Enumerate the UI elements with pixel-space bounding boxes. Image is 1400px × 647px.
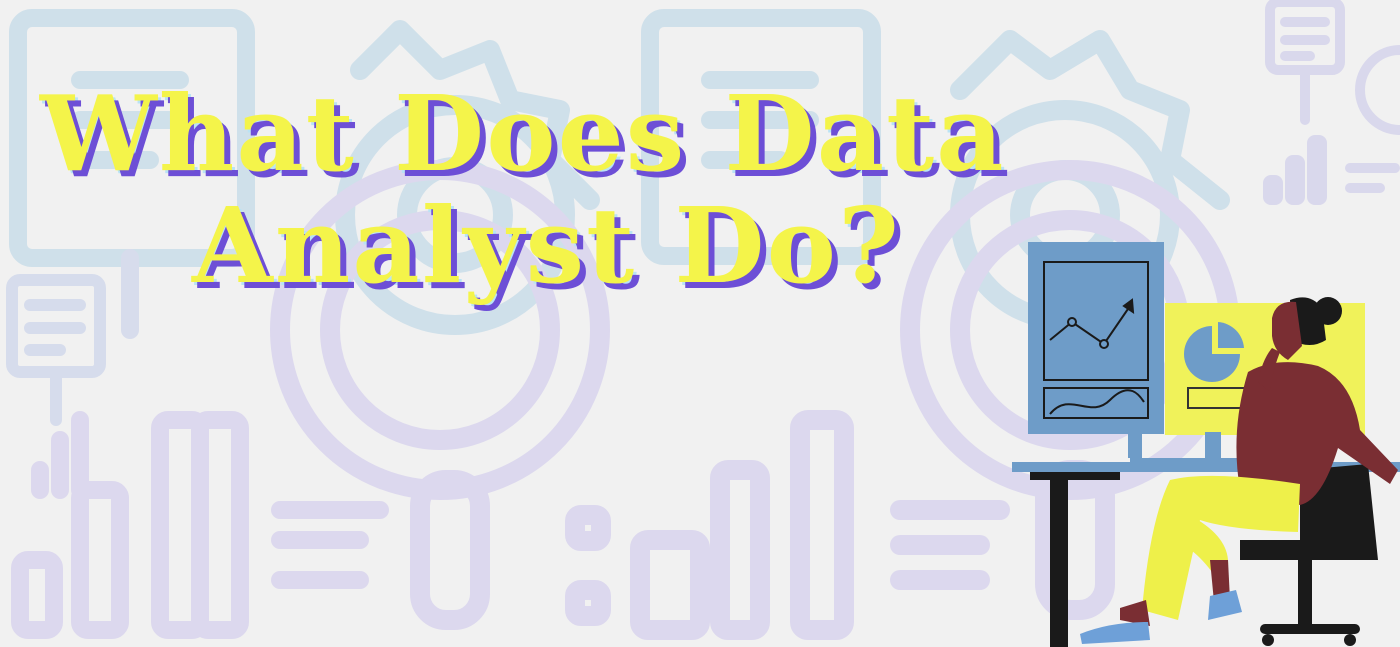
- banner-stage: What Does Data Analyst Do?: [0, 0, 1400, 647]
- analyst-illustration: [1012, 242, 1400, 647]
- blue-monitor: [1028, 242, 1164, 458]
